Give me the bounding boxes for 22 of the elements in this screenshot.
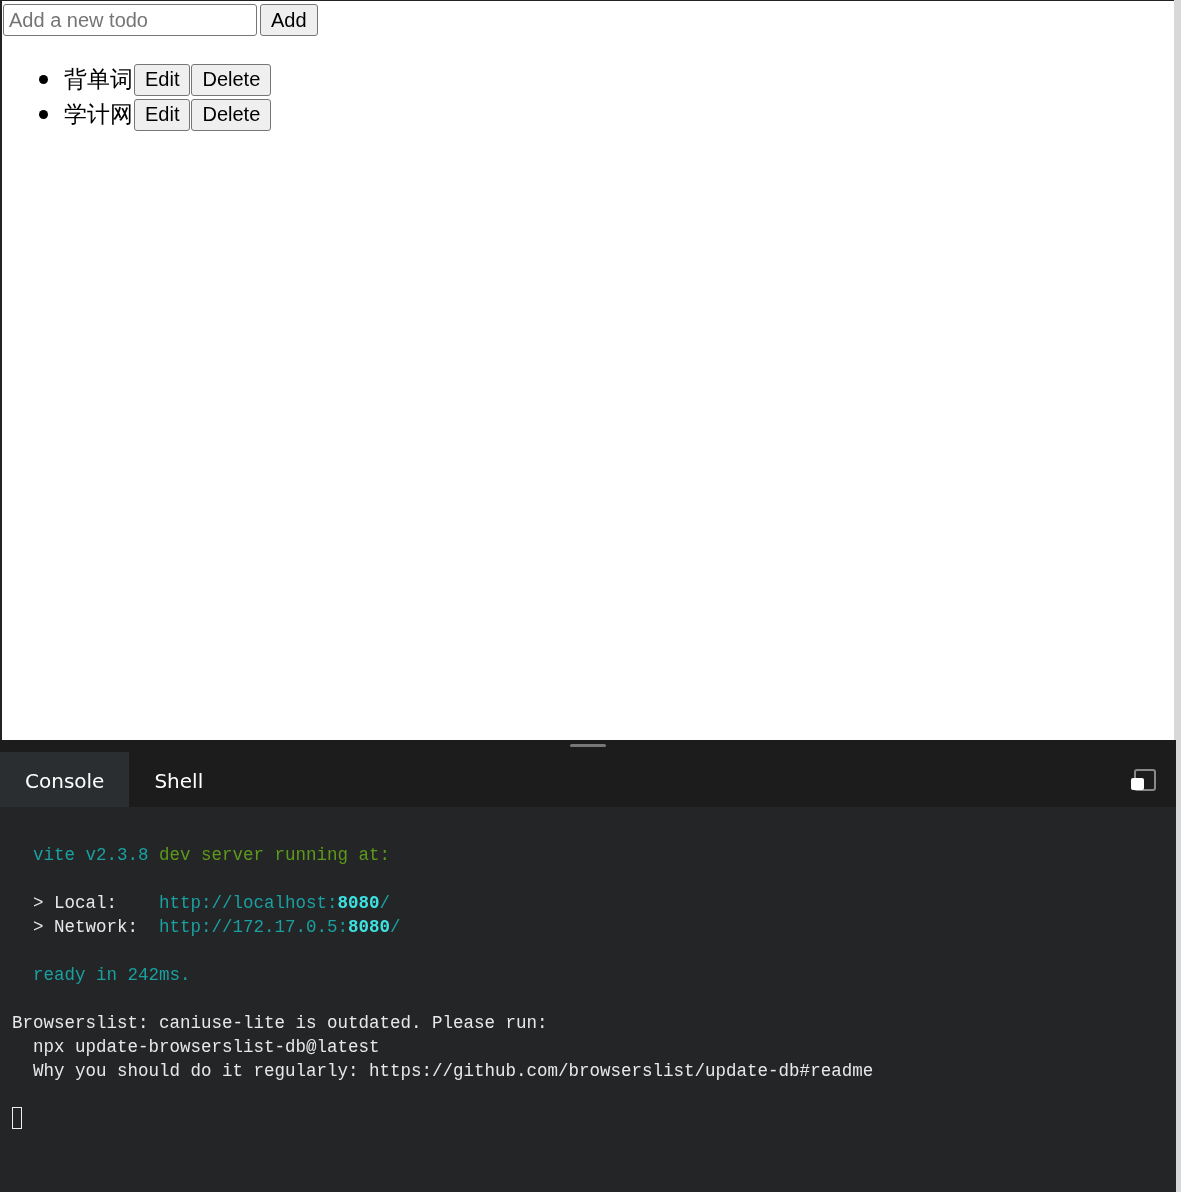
delete-button[interactable]: Delete: [191, 98, 272, 131]
window-icon[interactable]: [1130, 768, 1156, 791]
console-line: vite v2.3.8 dev server running at:: [32, 844, 392, 867]
console-line: > Network: http://172.17.0.5:8080/: [32, 916, 402, 939]
console-line: ready in 242ms.: [32, 964, 192, 987]
delete-button[interactable]: Delete: [191, 63, 272, 96]
console-line: Why you should do it regularly: https://github.com/browserslist/update-db#readme: [32, 1060, 875, 1083]
cursor-icon: [12, 1107, 22, 1129]
bullet-icon: [39, 75, 48, 84]
panel-tab[interactable]: Shell: [129, 752, 229, 807]
resize-handle[interactable]: [570, 744, 606, 747]
panel-tab[interactable]: Console: [0, 752, 130, 807]
edit-button[interactable]: Edit: [134, 98, 191, 131]
console-line: > Local: http://localhost:8080/: [32, 892, 392, 915]
todo-text: 背单词: [64, 65, 133, 94]
add-button[interactable]: Add: [260, 4, 318, 36]
edit-button[interactable]: Edit: [134, 63, 191, 96]
todo-text: 学计网: [64, 100, 133, 129]
console-line: npx update-browserslist-db@latest: [32, 1036, 381, 1059]
new-todo-field[interactable]: Add a new todo: [3, 4, 257, 36]
bullet-icon: [39, 110, 48, 119]
console-line: Browserslist: caniuse-lite is outdated. Please run:: [12, 1012, 549, 1035]
